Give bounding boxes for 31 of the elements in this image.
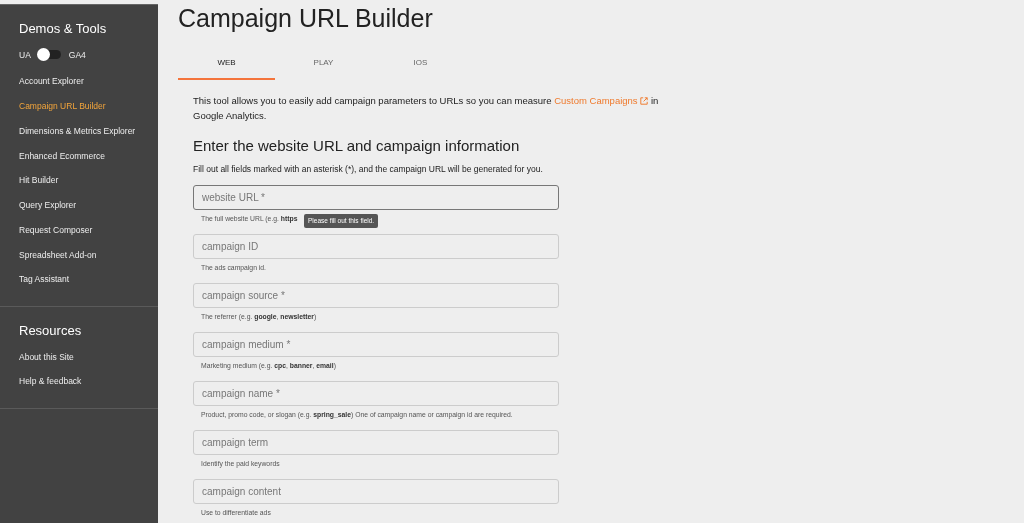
sidebar-item[interactable]: Request Composer: [19, 223, 158, 237]
sidebar-item[interactable]: Dimensions & Metrics Explorer: [19, 124, 158, 138]
input-field[interactable]: campaign name *: [193, 380, 559, 406]
sidebar-item[interactable]: Hit Builder: [19, 174, 158, 187]
sidebar-item[interactable]: Enhanced Ecommerce: [19, 149, 158, 163]
section-title: Demos & Tools: [19, 20, 107, 38]
input-field[interactable]: campaign term: [193, 429, 559, 455]
sidebar-item[interactable]: Help & feedback: [19, 375, 158, 388]
input-field[interactable]: campaign content: [193, 478, 559, 504]
sidebar-item[interactable]: Account Explorer: [19, 75, 158, 88]
tab[interactable]: WEB: [178, 51, 275, 80]
sidebar-item[interactable]: Query Explorer: [19, 199, 158, 212]
intro-paragraph: This tool allows you to easily add campaign parameters to URLs so you can measure Custom Campaigns in Google Analytics.: [193, 94, 660, 123]
input-field[interactable]: website URL *: [193, 184, 559, 210]
input-field[interactable]: campaign ID: [193, 233, 559, 259]
sidebar-item[interactable]: Spreadsheet Add-on: [19, 248, 158, 262]
sidebar-item[interactable]: About this Site: [19, 350, 158, 364]
sidebar-item[interactable]: Tag Assistant: [19, 273, 158, 286]
tab[interactable]: IOS: [372, 51, 469, 80]
section-title: Resources: [19, 322, 82, 340]
page-title: Campaign URL Builder: [178, 3, 434, 33]
toggle-label: GA4: [68, 48, 86, 62]
section-heading: Enter the website URL and campaign information: [193, 137, 521, 155]
instruction-text: Fill out all fields marked with an asterisk (*), and the campaign URL will be generated for you.: [193, 163, 544, 176]
tab[interactable]: PLAY: [275, 51, 372, 80]
toggle-switch[interactable]: [38, 50, 61, 60]
external-link-icon: [640, 97, 649, 105]
input-field[interactable]: campaign medium *: [193, 331, 559, 357]
toggle-label: UA: [19, 48, 31, 62]
input-field[interactable]: campaign source *: [193, 282, 559, 308]
sidebar-item[interactable]: Campaign URL Builder: [19, 100, 158, 113]
